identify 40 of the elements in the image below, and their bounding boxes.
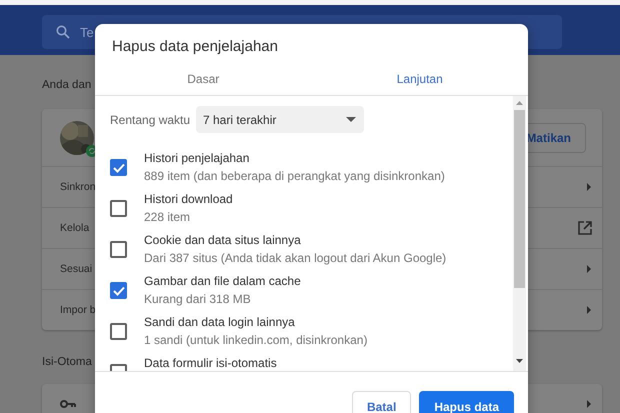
search-placeholder: Te [80,24,94,40]
checkbox[interactable] [110,241,127,258]
cancel-button[interactable]: Batal [352,391,412,413]
item-title: Data formulir isi-otomatis [144,356,277,370]
checkbox[interactable] [110,323,127,340]
item-detail: Dari 387 situs (Anda tidak akan logout dari Akun Google) [144,251,446,265]
item-title: Histori penjelajahan [144,151,250,165]
item-detail: 228 item [144,210,192,224]
external-link-icon [578,221,592,235]
checkbox[interactable] [110,159,127,176]
item-title: Gambar dan file dalam cache [144,274,301,288]
item-detail: Kurang dari 318 MB [144,292,252,306]
dialog-title: Hapus data penjelajahan [111,37,279,57]
arrow-icon [586,265,592,273]
arrow-icon [586,400,592,408]
item-detail: 1 sandi (untuk linkedin.com, disinkronkan) [144,333,368,347]
section-title: Anda dan [42,79,92,93]
field-label: Rentang waktu [110,112,192,126]
item-title: Histori download [144,192,233,206]
row-label: Impor b [60,304,96,316]
scroll-up-icon [516,101,523,105]
row-label: Sinkron [60,181,96,193]
item-title: Cookie dan data situs lainnya [144,233,302,247]
tab[interactable]: Dasar [95,62,312,95]
arrow-icon [586,306,592,314]
scrollbar[interactable] [513,96,526,371]
row-label: Sesuai [60,263,92,275]
scroll-down-icon [516,359,523,363]
search-icon [56,25,70,39]
tab[interactable]: Lanjutan [312,62,528,95]
row-label: Kelola [60,222,90,234]
checkbox[interactable] [110,200,127,217]
item-title: Sandi dan data login lainnya [144,315,296,329]
dropdown-caret-icon [346,117,356,122]
key-icon [60,400,76,408]
time-range-dropdown[interactable]: 7 hari terakhir [196,106,364,133]
section-title: Isi-Otoma [42,356,92,370]
arrow-icon [586,183,592,191]
item-detail: 889 item (dan beberapa di perangkat yang disinkronkan) [144,169,445,183]
checkbox[interactable] [110,282,127,299]
